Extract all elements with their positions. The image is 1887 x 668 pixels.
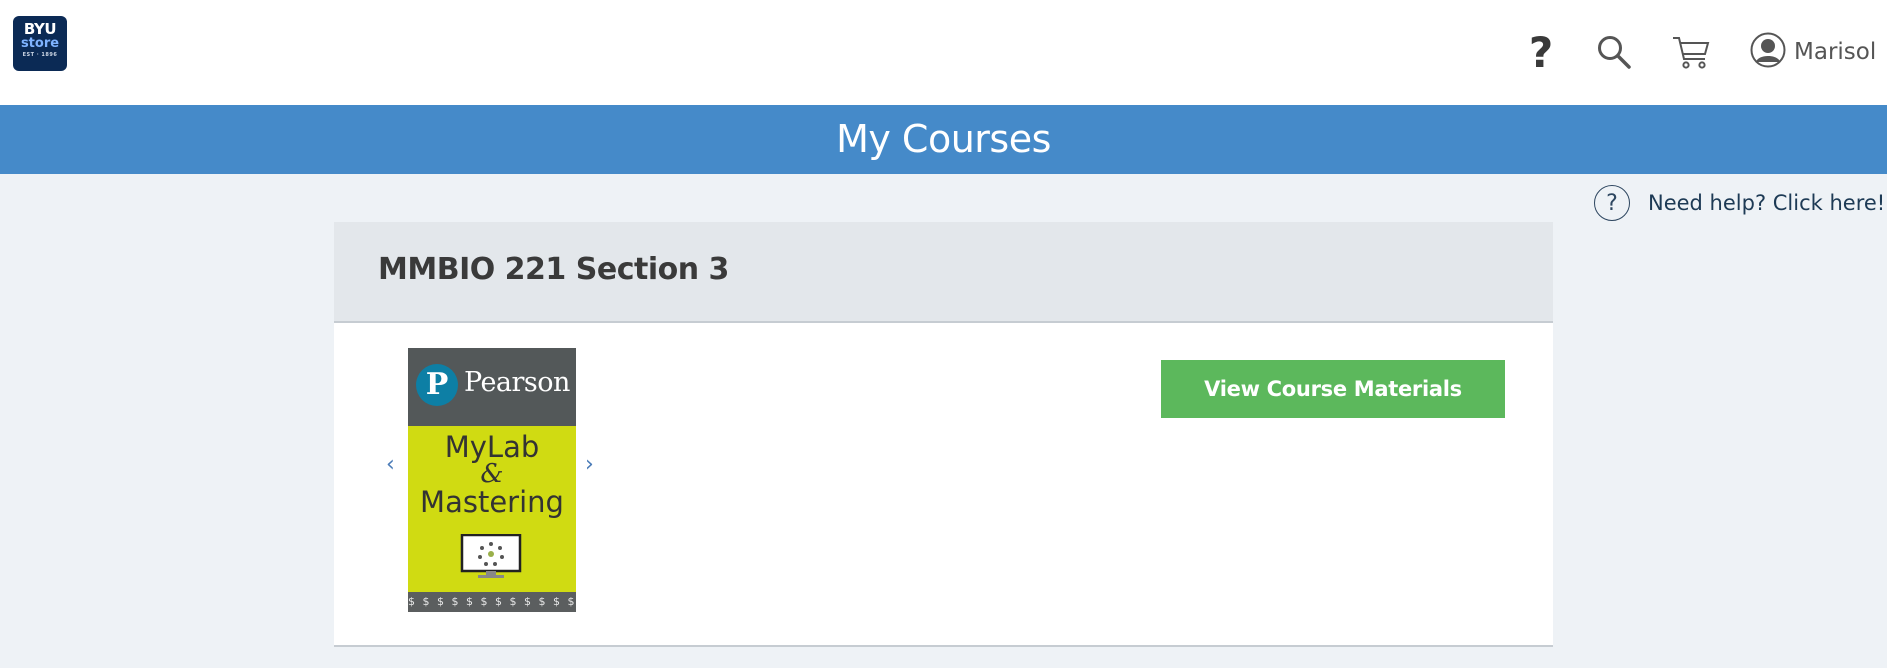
cover-title-line1: MyLab [444,430,540,464]
course-title: MMBIO 221 Section 3 [378,252,729,287]
course-material-cover[interactable]: P Pearson MyLab & Mastering $ $ $ $ $ $ … [408,348,576,612]
cover-title-ampersand: & [480,459,504,489]
user-avatar-icon [1750,32,1786,73]
byu-store-logo[interactable]: BYU store EST · 1896 [13,16,67,71]
page-banner: My Courses [0,105,1887,174]
cover-title-line2: Mastering [420,485,564,519]
cover-pattern-band: $ $ $ $ $ $ $ $ $ $ $ $ $ $ $ [408,592,576,612]
carousel-prev-icon[interactable]: ‹ [386,452,395,477]
carousel-next-icon[interactable]: › [585,452,594,477]
user-menu[interactable]: Marisol [1750,30,1880,74]
logo-text-byu: BYU [23,20,57,38]
help-circle-icon: ? [1594,185,1630,221]
cart-icon[interactable] [1671,30,1711,74]
page-title: My Courses [836,117,1051,161]
view-course-materials-button[interactable]: View Course Materials [1161,360,1505,418]
course-card-header: MMBIO 221 Section 3 [334,222,1553,323]
pearson-logo-icon: P [416,364,458,406]
user-name: Marisol [1794,39,1877,65]
cover-publisher: Pearson [464,367,570,398]
search-icon[interactable] [1596,30,1632,74]
need-help-label: Need help? Click here! [1648,191,1886,215]
top-header: BYU store EST · 1896 ? Marisol [0,0,1887,105]
logo-text-store: store [20,36,60,51]
cover-publisher-bar: P Pearson [408,348,576,426]
logo-text-est: EST · 1896 [22,52,58,58]
help-question-icon[interactable]: ? [1526,28,1556,77]
need-help-link[interactable]: ? Need help? Click here! [1594,184,1885,222]
monitor-icon [460,533,522,580]
card-divider [334,645,1553,647]
